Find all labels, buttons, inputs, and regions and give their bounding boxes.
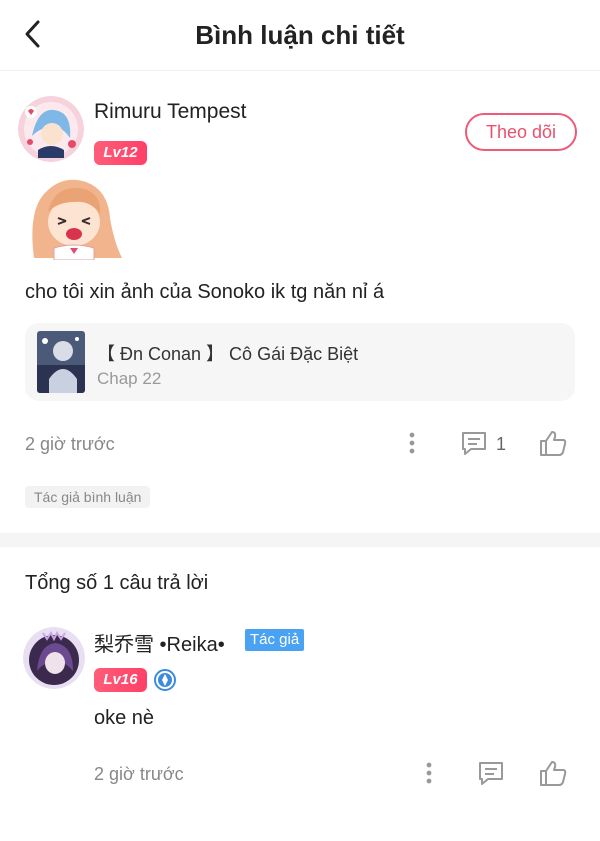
level-badge: Lv12 — [94, 141, 147, 165]
avatar[interactable] — [23, 627, 85, 689]
like-button[interactable] — [538, 758, 568, 788]
verified-icon — [154, 669, 176, 691]
comment-icon — [462, 432, 486, 455]
chapter-card[interactable]: 【 Đn Conan 】 Cô Gái Đặc Biệt Chap 22 — [25, 323, 575, 401]
follow-button[interactable]: Theo dõi — [465, 113, 577, 151]
story-title: 【 Đn Conan 】 Cô Gái Đặc Biệt — [97, 344, 359, 364]
reply-button[interactable] — [459, 429, 489, 457]
reply-text: oke nè — [94, 707, 155, 729]
avatar[interactable] — [18, 96, 84, 162]
sticker-image — [24, 172, 124, 261]
thumbs-up-icon — [540, 761, 567, 786]
comment-icon — [479, 762, 503, 785]
top-bar: Bình luận chi tiết — [0, 0, 600, 71]
user-name[interactable]: 梨乔雪 •Reika• — [94, 628, 225, 657]
more-options-button[interactable] — [419, 760, 439, 786]
section-divider — [0, 533, 600, 547]
more-vertical-icon — [426, 762, 432, 784]
like-button[interactable] — [538, 428, 568, 458]
comment-time: 2 giờ trước — [25, 434, 115, 454]
more-vertical-icon — [409, 432, 415, 454]
page-title: Bình luận chi tiết — [195, 20, 405, 50]
level-badge: Lv16 — [94, 668, 147, 692]
comment-text: cho tôi xin ảnh của Sonoko ik tg năn nỉ … — [25, 281, 385, 303]
author-commented-tag: Tác giả bình luận — [25, 486, 151, 508]
reply-count: 1 — [496, 434, 507, 454]
more-options-button[interactable] — [402, 430, 422, 456]
user-name[interactable]: Rimuru Tempest — [94, 100, 247, 124]
reply-button[interactable] — [476, 759, 506, 787]
thumbs-up-icon — [540, 431, 567, 456]
reply-total: Tổng số 1 câu trả lời — [25, 572, 209, 594]
chapter-label: Chap 22 — [97, 369, 162, 388]
author-badge: Tác giả — [245, 629, 305, 651]
reply-time: 2 giờ trước — [94, 764, 184, 784]
story-cover-image — [37, 331, 85, 393]
